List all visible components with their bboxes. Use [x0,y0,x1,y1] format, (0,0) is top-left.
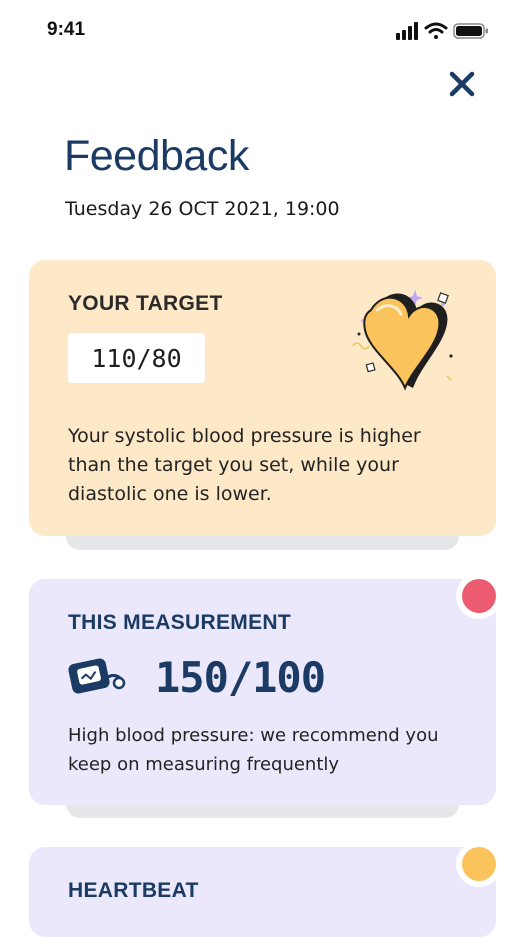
status-dot-red [462,579,496,613]
status-icons [396,22,488,40]
wifi-icon [424,22,448,39]
heart-face [363,296,441,391]
blood-pressure-monitor-icon [68,658,126,694]
heartbeat-card: HEARTBEAT [29,847,496,937]
status-dot-yellow [462,847,496,881]
measurement-description: High blood pressure: we recommend you ke… [68,725,439,775]
status-time: 9:41 [47,19,86,40]
status-bar: 9:41 [0,0,507,60]
target-description: Your systolic blood pressure is higher t… [68,425,421,505]
heartbeat-status-indicator [456,841,502,887]
battery-icon [453,23,488,39]
page-date: Tuesday 26 OCT 2021, 19:00 [65,198,340,220]
close-button[interactable] [444,66,480,102]
page-title: Feedback [64,132,249,180]
heartbeat-heading: HEARTBEAT [68,879,199,902]
close-icon [449,71,475,97]
target-heading: YOUR TARGET [68,292,223,315]
measurement-card: THIS MEASUREMENT 150/100 High blood pres… [29,579,496,805]
measurement-value: 150/100 [155,653,326,702]
signal-icon [396,22,418,40]
measurement-status-indicator [456,573,502,619]
measurement-heading: THIS MEASUREMENT [68,611,291,634]
target-card: YOUR TARGET 110/80 Your systolic blood p… [29,260,496,536]
target-value: 110/80 [68,333,205,383]
heart-illustration [352,290,453,391]
